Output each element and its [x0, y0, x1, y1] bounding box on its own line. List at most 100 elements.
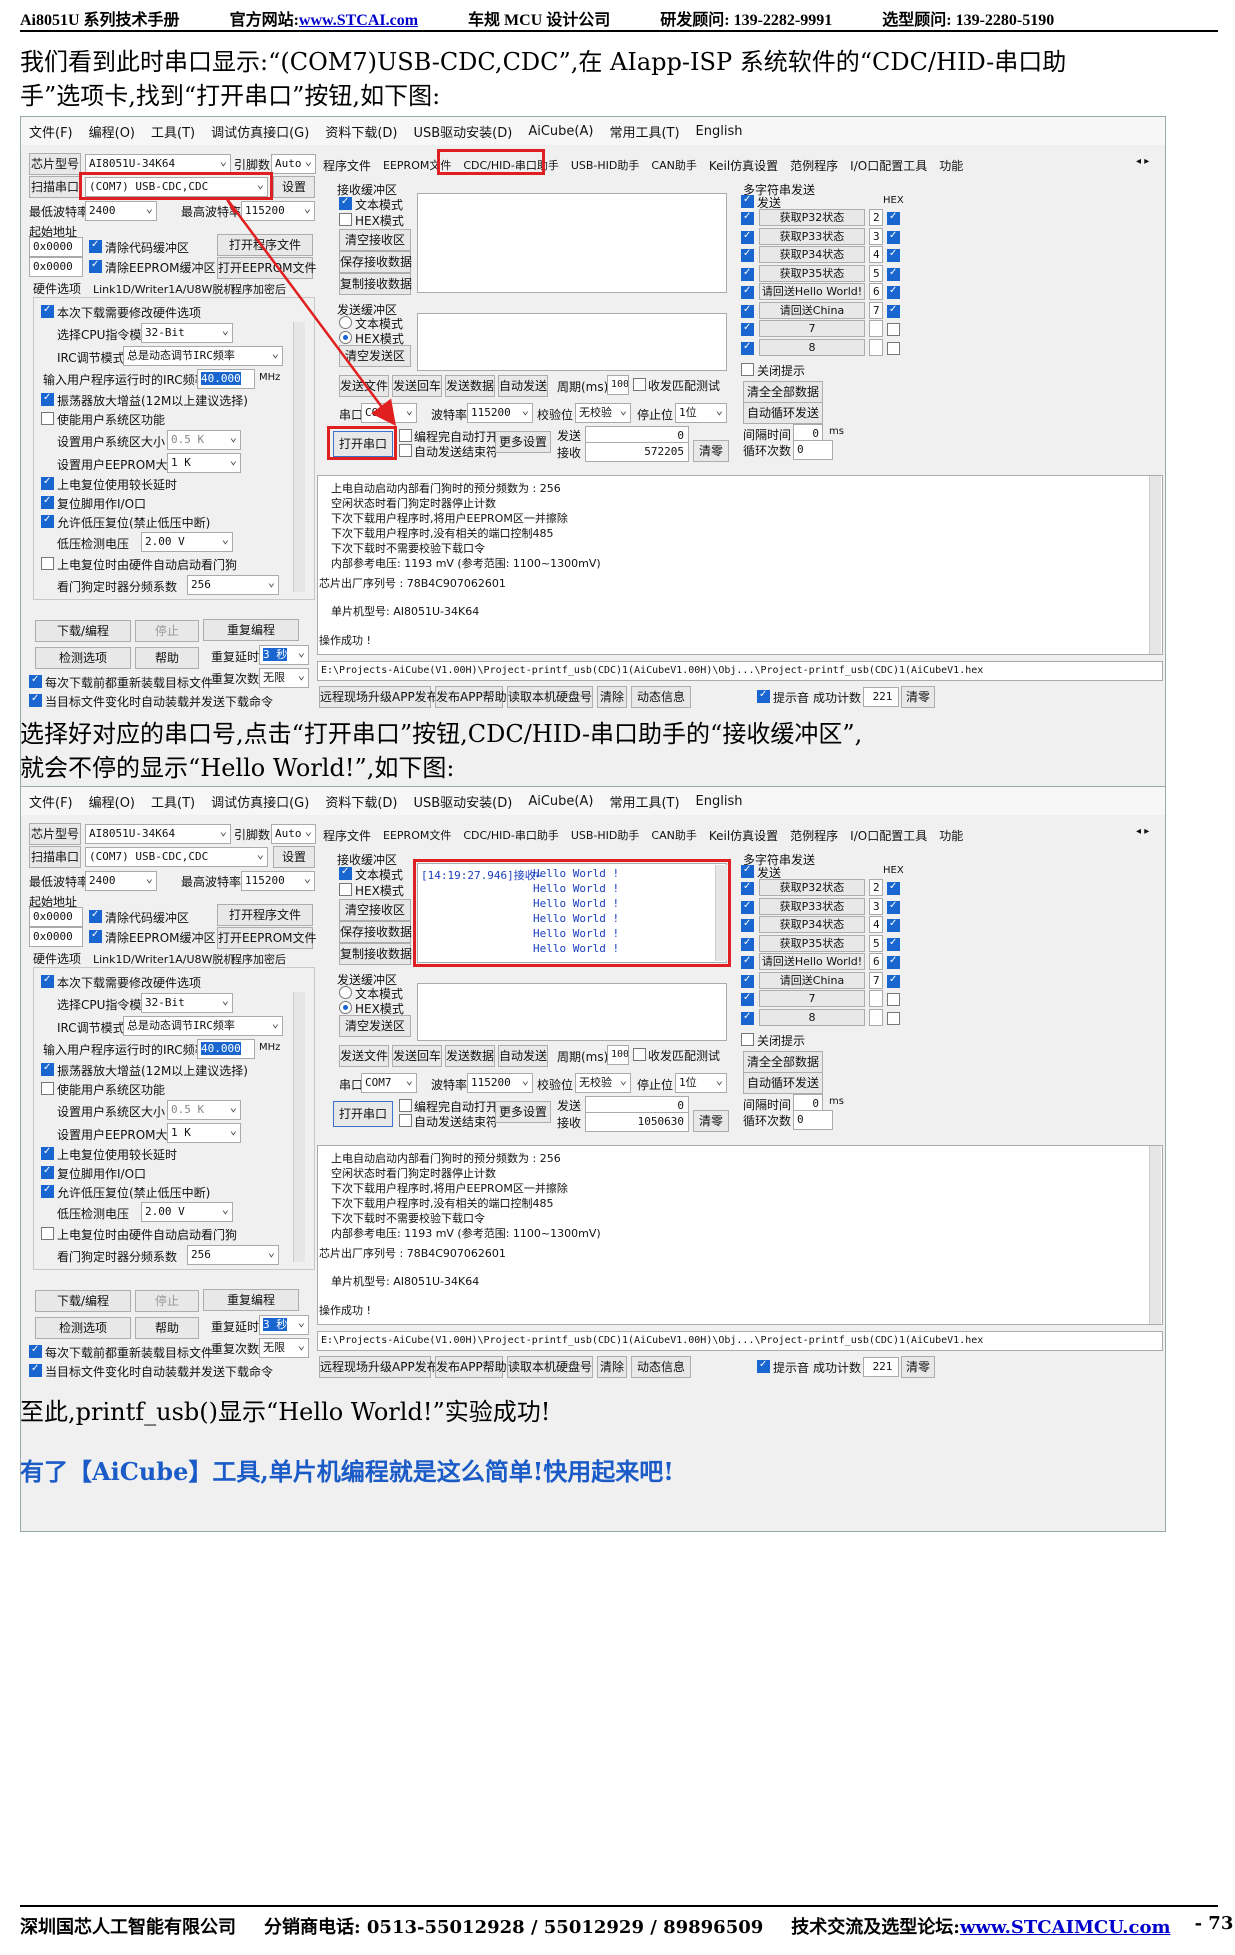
- clear-count-button[interactable]: 清零: [693, 440, 729, 462]
- wdt-div-select[interactable]: 256: [187, 575, 279, 595]
- max-baud-select[interactable]: 115200: [241, 871, 315, 891]
- long-reset-checkbox[interactable]: [41, 476, 54, 490]
- remote-upgrade-button[interactable]: 远程现场升级APP发布: [319, 686, 439, 708]
- reprogram-button[interactable]: 重复编程: [203, 1289, 299, 1311]
- multi-send-item[interactable]: 请回送China: [759, 971, 865, 989]
- multi-send-item[interactable]: 8: [759, 338, 865, 356]
- multi-hex-checkbox[interactable]: [887, 918, 900, 932]
- multi-send-item[interactable]: 获取P35状态: [759, 264, 865, 282]
- eeprom-size-select[interactable]: 1 K: [167, 453, 241, 473]
- multi-send-item[interactable]: 获取P32状态: [759, 209, 865, 226]
- menu-program[interactable]: 编程(O): [89, 122, 135, 141]
- tab-examples[interactable]: 范例程序: [790, 157, 838, 174]
- tx-buffer[interactable]: [417, 313, 727, 371]
- multi-enable-checkbox[interactable]: [741, 881, 754, 895]
- clear-code-checkbox[interactable]: [89, 909, 102, 923]
- multi-enable-checkbox[interactable]: [741, 267, 754, 281]
- tab-keil[interactable]: Keil仿真设置: [709, 827, 778, 844]
- settings-button[interactable]: 设置: [273, 846, 315, 868]
- osc-gain-checkbox[interactable]: [41, 1062, 54, 1076]
- tab-hw-options[interactable]: 硬件选项: [33, 280, 81, 297]
- open-program-button[interactable]: 打开程序文件: [217, 234, 313, 256]
- send-cr-button[interactable]: 发送回车: [392, 375, 442, 397]
- lvr-checkbox[interactable]: [41, 1184, 54, 1198]
- start-addr-code[interactable]: 0x0000: [29, 907, 83, 927]
- download-button[interactable]: 下载/编程: [35, 1290, 131, 1312]
- pins-select[interactable]: Auto: [271, 824, 316, 844]
- auto-send-checkbox[interactable]: [29, 693, 42, 707]
- start-addr-eeprom[interactable]: 0x0000: [29, 927, 83, 947]
- tx-buffer[interactable]: [417, 983, 727, 1041]
- clear-rx-button[interactable]: 清空接收区: [339, 899, 411, 921]
- multi-enable-checkbox[interactable]: [741, 974, 754, 988]
- beep-checkbox[interactable]: [757, 689, 770, 703]
- clear-rx-button[interactable]: 清空接收区: [339, 229, 411, 251]
- multi-enable-checkbox[interactable]: [741, 955, 754, 969]
- clear-tx-button[interactable]: 清空发送区: [339, 345, 411, 367]
- multi-enable-checkbox[interactable]: [741, 211, 754, 225]
- tab-keil[interactable]: Keil仿真设置: [709, 157, 778, 174]
- multi-send-item[interactable]: 7: [759, 990, 865, 1007]
- multi-enable-checkbox[interactable]: [741, 918, 754, 932]
- auto-end-checkbox[interactable]: [399, 1114, 412, 1127]
- read-disk-button[interactable]: 读取本机硬盘号: [507, 1356, 593, 1378]
- multi-send-item[interactable]: 获取P34状态: [759, 246, 865, 263]
- menu-program[interactable]: 编程(O): [89, 792, 135, 811]
- auto-open-checkbox[interactable]: [399, 1099, 412, 1112]
- dynamic-info-button[interactable]: 动态信息: [631, 686, 691, 708]
- baud-select[interactable]: 115200: [467, 403, 533, 423]
- tx-text-radio[interactable]: [339, 986, 352, 999]
- multi-hex-checkbox[interactable]: [887, 937, 900, 951]
- menu-file[interactable]: 文件(F): [29, 792, 73, 811]
- auto-end-checkbox[interactable]: [399, 444, 412, 457]
- tab-program-file[interactable]: 程序文件: [323, 157, 371, 174]
- osc-gain-checkbox[interactable]: [41, 392, 54, 406]
- menu-tools[interactable]: 工具(T): [151, 792, 195, 811]
- options-scrollbar[interactable]: [293, 992, 305, 1262]
- eeprom-size-select[interactable]: 1 K: [167, 1123, 241, 1143]
- cpu-mode-select[interactable]: 32-Bit: [141, 993, 233, 1013]
- rx-hex-checkbox[interactable]: [339, 213, 352, 226]
- help-button[interactable]: 帮助: [135, 647, 199, 669]
- tab-functions[interactable]: 功能: [939, 827, 963, 844]
- multi-enable-checkbox[interactable]: [741, 992, 754, 1006]
- clear-tx-button[interactable]: 清空发送区: [339, 1015, 411, 1037]
- tab-can[interactable]: CAN助手: [651, 827, 696, 844]
- tab-offline[interactable]: Link1D/Writer1A/U8W脱机: [93, 281, 234, 297]
- multi-enable-checkbox[interactable]: [741, 304, 754, 318]
- tab-eeprom-file[interactable]: EEPROM文件: [383, 827, 451, 844]
- stop-button[interactable]: 停止: [135, 620, 199, 642]
- multi-hex-checkbox[interactable]: [887, 1011, 900, 1025]
- open-program-button[interactable]: 打开程序文件: [217, 904, 313, 926]
- send-data-button[interactable]: 发送数据: [445, 375, 495, 397]
- tab-io-config[interactable]: I/O口配置工具: [850, 827, 927, 844]
- parity-select[interactable]: 无校验: [575, 403, 631, 423]
- reload-checkbox[interactable]: [29, 1344, 42, 1358]
- com-select[interactable]: COM7: [361, 403, 417, 423]
- open-port-button[interactable]: 打开串口: [333, 1101, 393, 1127]
- rx-buffer[interactable]: [417, 193, 727, 293]
- menu-common-tools[interactable]: 常用工具(T): [609, 792, 679, 811]
- menu-download[interactable]: 资料下载(D): [325, 122, 397, 141]
- multi-send-checkbox[interactable]: [741, 864, 754, 878]
- clear-all-button[interactable]: 清全全部数据: [743, 381, 823, 403]
- tx-text-radio[interactable]: [339, 316, 352, 329]
- reload-checkbox[interactable]: [29, 674, 42, 688]
- clear-button[interactable]: 清除: [597, 686, 627, 708]
- more-settings-button[interactable]: 更多设置: [495, 431, 551, 453]
- chip-select[interactable]: AI8051U-34K64: [85, 824, 231, 844]
- menu-usb-driver[interactable]: USB驱动安装(D): [413, 122, 512, 141]
- check-options-button[interactable]: 检测选项: [35, 1317, 131, 1339]
- tab-scroll-icon[interactable]: ◂ ▸: [1136, 156, 1149, 167]
- multi-enable-checkbox[interactable]: [741, 230, 754, 244]
- rx-text-checkbox[interactable]: [339, 196, 352, 210]
- send-file-button[interactable]: 发送文件: [339, 1045, 389, 1067]
- multi-send-item[interactable]: 请回送China: [759, 301, 865, 319]
- multi-hex-checkbox[interactable]: [887, 267, 900, 281]
- multi-hex-checkbox[interactable]: [887, 993, 900, 1006]
- irc-freq-input[interactable]: 40.000: [197, 1039, 255, 1059]
- dynamic-info-button[interactable]: 动态信息: [631, 1356, 691, 1378]
- multi-send-item[interactable]: 7: [759, 320, 865, 337]
- tab-encrypt[interactable]: 程序加密后: [231, 281, 286, 297]
- multi-enable-checkbox[interactable]: [741, 341, 754, 355]
